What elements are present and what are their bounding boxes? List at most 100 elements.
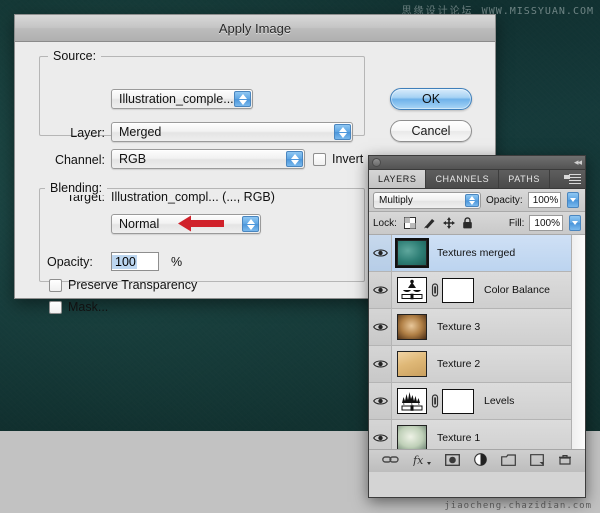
new-adjustment-layer-icon[interactable] bbox=[474, 453, 487, 469]
layer-stepper-icon[interactable] bbox=[334, 124, 351, 140]
blend-opacity-bar: Multiply Opacity: 100% bbox=[369, 189, 585, 212]
layer-visibility-icon[interactable] bbox=[369, 309, 392, 345]
layer-mask-thumbnail[interactable] bbox=[442, 278, 474, 303]
balance-scale-icon[interactable] bbox=[397, 277, 427, 303]
source-label: Source: bbox=[48, 49, 101, 63]
dialog-titlebar[interactable]: Apply Image bbox=[15, 15, 495, 42]
layer-name: Texture 2 bbox=[437, 358, 480, 370]
blending-label: Blending: bbox=[45, 181, 107, 195]
layer-thumbnail[interactable] bbox=[397, 425, 427, 449]
delete-layer-icon[interactable] bbox=[558, 453, 572, 469]
layer-name: Texture 3 bbox=[437, 321, 480, 333]
layer-name: Textures merged bbox=[437, 247, 515, 259]
mask-row[interactable]: Mask... bbox=[49, 300, 108, 314]
layer-visibility-icon[interactable] bbox=[369, 346, 392, 382]
table-row[interactable]: Texture 3 bbox=[369, 309, 585, 346]
layer-visibility-icon[interactable] bbox=[369, 420, 392, 449]
source-dropdown[interactable]: Illustration_comple... bbox=[111, 89, 253, 109]
invert-label: Invert bbox=[332, 152, 363, 166]
layer-visibility-icon[interactable] bbox=[369, 235, 392, 271]
pointer-arrow-icon bbox=[178, 215, 224, 232]
layer-mask-thumbnail[interactable] bbox=[442, 389, 474, 414]
layer-opacity-value[interactable]: 100% bbox=[528, 192, 562, 208]
tab-channels[interactable]: CHANNELS bbox=[426, 170, 499, 188]
preserve-transparency-checkbox[interactable] bbox=[49, 279, 62, 292]
opacity-input[interactable]: 100 bbox=[111, 252, 159, 271]
new-layer-icon[interactable] bbox=[530, 454, 544, 469]
mask-label: Mask... bbox=[68, 300, 108, 314]
panel-grip-icon bbox=[372, 158, 381, 167]
tab-paths[interactable]: PATHS bbox=[499, 170, 550, 188]
svg-text:fx: fx bbox=[413, 454, 424, 466]
opacity-label: Opacity: bbox=[47, 255, 93, 269]
panel-tabs: LAYERS CHANNELS PATHS bbox=[369, 170, 585, 189]
ok-button[interactable]: OK bbox=[390, 88, 472, 110]
layers-panel-toolbar: fx bbox=[369, 449, 585, 472]
link-mask-icon[interactable] bbox=[430, 394, 439, 408]
cancel-button[interactable]: Cancel bbox=[390, 120, 472, 142]
fill-dropdown-icon[interactable] bbox=[569, 215, 581, 231]
panel-menu-icon[interactable] bbox=[569, 174, 581, 184]
layer-name: Color Balance bbox=[484, 284, 550, 296]
dialog-title: Apply Image bbox=[219, 21, 291, 36]
layer-list[interactable]: Textures merged Color Balance bbox=[369, 235, 585, 449]
percent-label: % bbox=[171, 255, 182, 269]
layer-fill-value[interactable]: 100% bbox=[529, 215, 563, 231]
lock-image-pixels-icon[interactable] bbox=[423, 217, 436, 229]
layer-opacity-label: Opacity: bbox=[486, 195, 523, 206]
layer-thumbnail[interactable] bbox=[397, 240, 427, 266]
layer-visibility-icon[interactable] bbox=[369, 383, 392, 419]
layer-dropdown[interactable]: Merged bbox=[111, 122, 353, 142]
layer-fill-label: Fill: bbox=[509, 218, 525, 229]
layer-styles-fx-icon[interactable]: fx bbox=[413, 454, 431, 469]
channel-label: Channel: bbox=[33, 153, 105, 167]
tab-layers[interactable]: LAYERS bbox=[369, 170, 426, 188]
source-value: Illustration_comple... bbox=[112, 92, 234, 106]
ok-button-label: OK bbox=[422, 92, 440, 106]
layer-value: Merged bbox=[112, 125, 161, 139]
layer-list-scrollbar[interactable] bbox=[571, 235, 585, 449]
lock-all-icon[interactable] bbox=[462, 217, 473, 229]
opacity-value: 100 bbox=[112, 255, 137, 269]
invert-checkbox-row[interactable]: Invert bbox=[313, 152, 363, 166]
lock-fill-bar: Lock: Fill: 100% bbox=[369, 212, 585, 235]
channel-dropdown[interactable]: RGB bbox=[111, 149, 305, 169]
opacity-dropdown-icon[interactable] bbox=[567, 192, 579, 208]
blending-stepper-icon[interactable] bbox=[242, 216, 259, 232]
layer-thumbnail[interactable] bbox=[397, 314, 427, 340]
preserve-transparency-row[interactable]: Preserve Transparency bbox=[49, 278, 197, 292]
histogram-icon[interactable] bbox=[397, 388, 427, 414]
table-row[interactable]: Levels bbox=[369, 383, 585, 420]
add-layer-mask-icon[interactable] bbox=[445, 454, 460, 469]
lock-transparency-icon[interactable] bbox=[404, 217, 416, 229]
lock-position-icon[interactable] bbox=[443, 217, 455, 229]
mask-checkbox[interactable] bbox=[49, 301, 62, 314]
link-layers-icon[interactable] bbox=[382, 454, 399, 468]
blending-value: Normal bbox=[112, 217, 159, 231]
lock-label: Lock: bbox=[373, 218, 397, 229]
table-row[interactable]: Color Balance bbox=[369, 272, 585, 309]
layer-blend-mode-value: Multiply bbox=[374, 195, 413, 206]
layer-blend-mode-dropdown[interactable]: Multiply bbox=[373, 192, 481, 209]
layer-thumbnail[interactable] bbox=[397, 351, 427, 377]
layers-panel: ◂◂ LAYERS CHANNELS PATHS Multiply Opacit… bbox=[368, 155, 586, 498]
panel-dragbar[interactable]: ◂◂ bbox=[369, 156, 585, 170]
collapse-panel-icon[interactable]: ◂◂ bbox=[574, 157, 581, 168]
table-row[interactable]: Texture 2 bbox=[369, 346, 585, 383]
preserve-transparency-label: Preserve Transparency bbox=[68, 278, 197, 292]
layer-name: Texture 1 bbox=[437, 432, 480, 444]
invert-checkbox[interactable] bbox=[313, 153, 326, 166]
channel-value: RGB bbox=[112, 152, 146, 166]
blend-mode-stepper-icon[interactable] bbox=[465, 194, 479, 207]
channel-stepper-icon[interactable] bbox=[286, 151, 303, 167]
layer-visibility-icon[interactable] bbox=[369, 272, 392, 308]
link-mask-icon[interactable] bbox=[430, 283, 439, 297]
table-row[interactable]: Textures merged bbox=[369, 235, 585, 272]
lock-controls: Lock: bbox=[373, 217, 473, 229]
layer-label: Layer: bbox=[41, 126, 105, 140]
layer-name: Levels bbox=[484, 395, 514, 407]
cancel-button-label: Cancel bbox=[412, 124, 451, 138]
new-group-icon[interactable] bbox=[501, 454, 516, 469]
table-row[interactable]: Texture 1 bbox=[369, 420, 585, 449]
source-stepper-icon[interactable] bbox=[234, 91, 251, 107]
